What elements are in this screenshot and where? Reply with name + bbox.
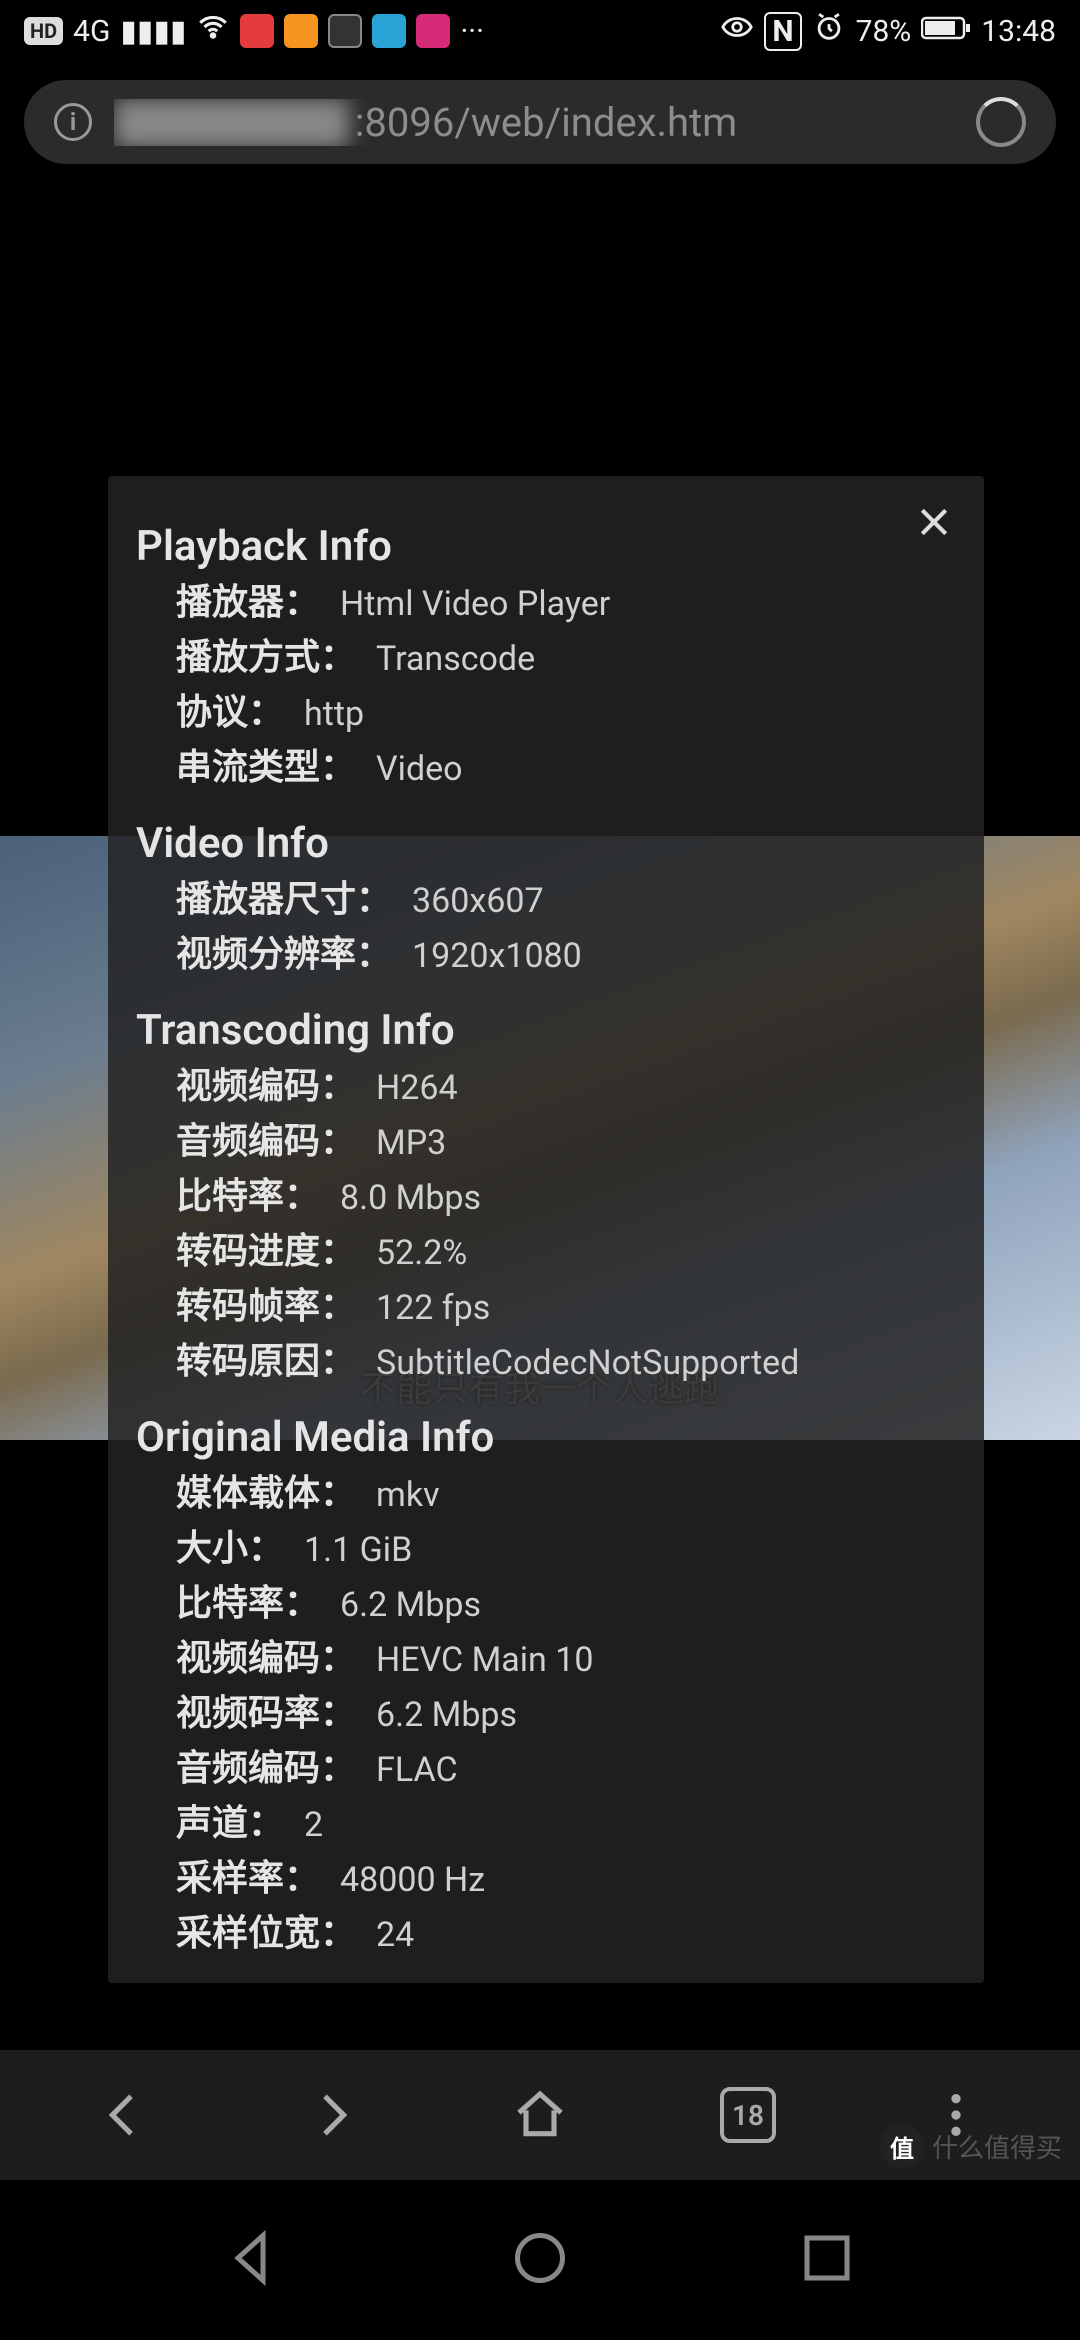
status-bar: HD 4G ▮▮▮▮ ··· N 78% 13:48 xyxy=(0,0,1080,62)
label-trans-fps: 转码帧率 xyxy=(176,1279,320,1334)
loading-spinner-icon[interactable] xyxy=(976,97,1026,147)
app-icon xyxy=(240,14,274,48)
value-player: Html Video Player xyxy=(330,575,610,630)
section-video-title: Video Info xyxy=(136,819,956,868)
label-trans-reason: 转码原因 xyxy=(176,1334,320,1389)
nav-recent-icon[interactable] xyxy=(797,2228,857,2292)
value-mode: Transcode xyxy=(366,630,535,685)
label-player: 播放器 xyxy=(176,575,284,630)
label-trans-vcodec: 视频编码 xyxy=(176,1059,320,1114)
value-orig-channels: 2 xyxy=(294,1796,323,1851)
label-orig-container: 媒体载体 xyxy=(176,1466,320,1521)
value-stream: Video xyxy=(366,740,463,795)
nav-back-icon[interactable] xyxy=(223,2228,283,2292)
section-transcoding-title: Transcoding Info xyxy=(136,1006,956,1055)
value-protocol: http xyxy=(294,685,364,740)
value-player-size: 360x607 xyxy=(402,872,544,927)
label-orig-bitrate: 比特率 xyxy=(176,1576,284,1631)
value-orig-bitrate: 6.2 Mbps xyxy=(330,1576,481,1631)
hd-badge: HD xyxy=(24,17,63,45)
value-trans-bitrate: 8.0 Mbps xyxy=(330,1169,481,1224)
label-orig-channels: 声道 xyxy=(176,1796,248,1851)
app-icon xyxy=(416,14,450,48)
tab-count: 18 xyxy=(720,2087,776,2143)
value-orig-vbitrate: 6.2 Mbps xyxy=(366,1686,517,1741)
nfc-icon: N xyxy=(764,12,801,51)
address-bar[interactable]: i ████████:8096/web/index.htm xyxy=(24,80,1056,164)
section-playback-title: Playback Info xyxy=(136,522,956,571)
label-protocol: 协议 xyxy=(176,685,248,740)
label-stream: 串流类型 xyxy=(176,740,320,795)
value-orig-bitdepth: 24 xyxy=(366,1906,414,1961)
back-button[interactable] xyxy=(64,2080,184,2150)
battery-icon xyxy=(921,14,971,49)
playback-info-panel: Playback Info 播放器：Html Video Player 播放方式… xyxy=(108,476,984,1983)
site-info-icon[interactable]: i xyxy=(54,103,92,141)
label-trans-acodec: 音频编码 xyxy=(176,1114,320,1169)
url-text[interactable]: ████████:8096/web/index.htm xyxy=(114,99,954,146)
value-orig-sample: 48000 Hz xyxy=(330,1851,485,1906)
value-trans-reason: SubtitleCodecNotSupported xyxy=(366,1334,799,1389)
close-button[interactable] xyxy=(908,496,960,548)
watermark-badge: 值 xyxy=(880,2124,924,2168)
wifi-icon xyxy=(196,10,230,52)
app-icon xyxy=(328,14,362,48)
tabs-button[interactable]: 18 xyxy=(688,2080,808,2150)
watermark-text: 什么值得买 xyxy=(932,2128,1062,2165)
label-mode: 播放方式 xyxy=(176,630,320,685)
label-player-size: 播放器尺寸 xyxy=(176,872,356,927)
eye-icon xyxy=(720,10,754,52)
label-orig-bitdepth: 采样位宽 xyxy=(176,1906,320,1961)
value-orig-size: 1.1 GiB xyxy=(294,1521,412,1576)
clock: 13:48 xyxy=(981,14,1056,49)
value-orig-acodec: FLAC xyxy=(366,1741,458,1796)
app-icon xyxy=(372,14,406,48)
value-trans-fps: 122 fps xyxy=(366,1279,490,1334)
label-orig-vbitrate: 视频码率 xyxy=(176,1686,320,1741)
value-orig-container: mkv xyxy=(366,1466,440,1521)
value-trans-progress: 52.2% xyxy=(366,1224,467,1279)
value-orig-vcodec: HEVC Main 10 xyxy=(366,1631,593,1686)
label-orig-sample: 采样率 xyxy=(176,1851,284,1906)
label-trans-bitrate: 比特率 xyxy=(176,1169,284,1224)
home-button[interactable] xyxy=(480,2080,600,2150)
value-trans-vcodec: H264 xyxy=(366,1059,458,1114)
watermark: 值 什么值得买 xyxy=(880,2124,1062,2168)
system-nav xyxy=(0,2180,1080,2340)
label-trans-progress: 转码进度 xyxy=(176,1224,320,1279)
forward-button[interactable] xyxy=(272,2080,392,2150)
app-icon xyxy=(284,14,318,48)
label-orig-size: 大小 xyxy=(176,1521,248,1576)
alarm-icon xyxy=(812,10,846,52)
label-resolution: 视频分辨率 xyxy=(176,927,356,982)
nav-home-icon[interactable] xyxy=(510,2228,570,2292)
label-orig-vcodec: 视频编码 xyxy=(176,1631,320,1686)
more-icon: ··· xyxy=(460,14,484,49)
network-indicator: 4G xyxy=(73,14,110,49)
signal-icon: ▮▮▮▮ xyxy=(120,14,186,49)
section-original-title: Original Media Info xyxy=(136,1413,956,1462)
label-orig-acodec: 音频编码 xyxy=(176,1741,320,1796)
battery-percent: 78% xyxy=(856,14,912,49)
value-trans-acodec: MP3 xyxy=(366,1114,446,1169)
value-resolution: 1920x1080 xyxy=(402,927,582,982)
